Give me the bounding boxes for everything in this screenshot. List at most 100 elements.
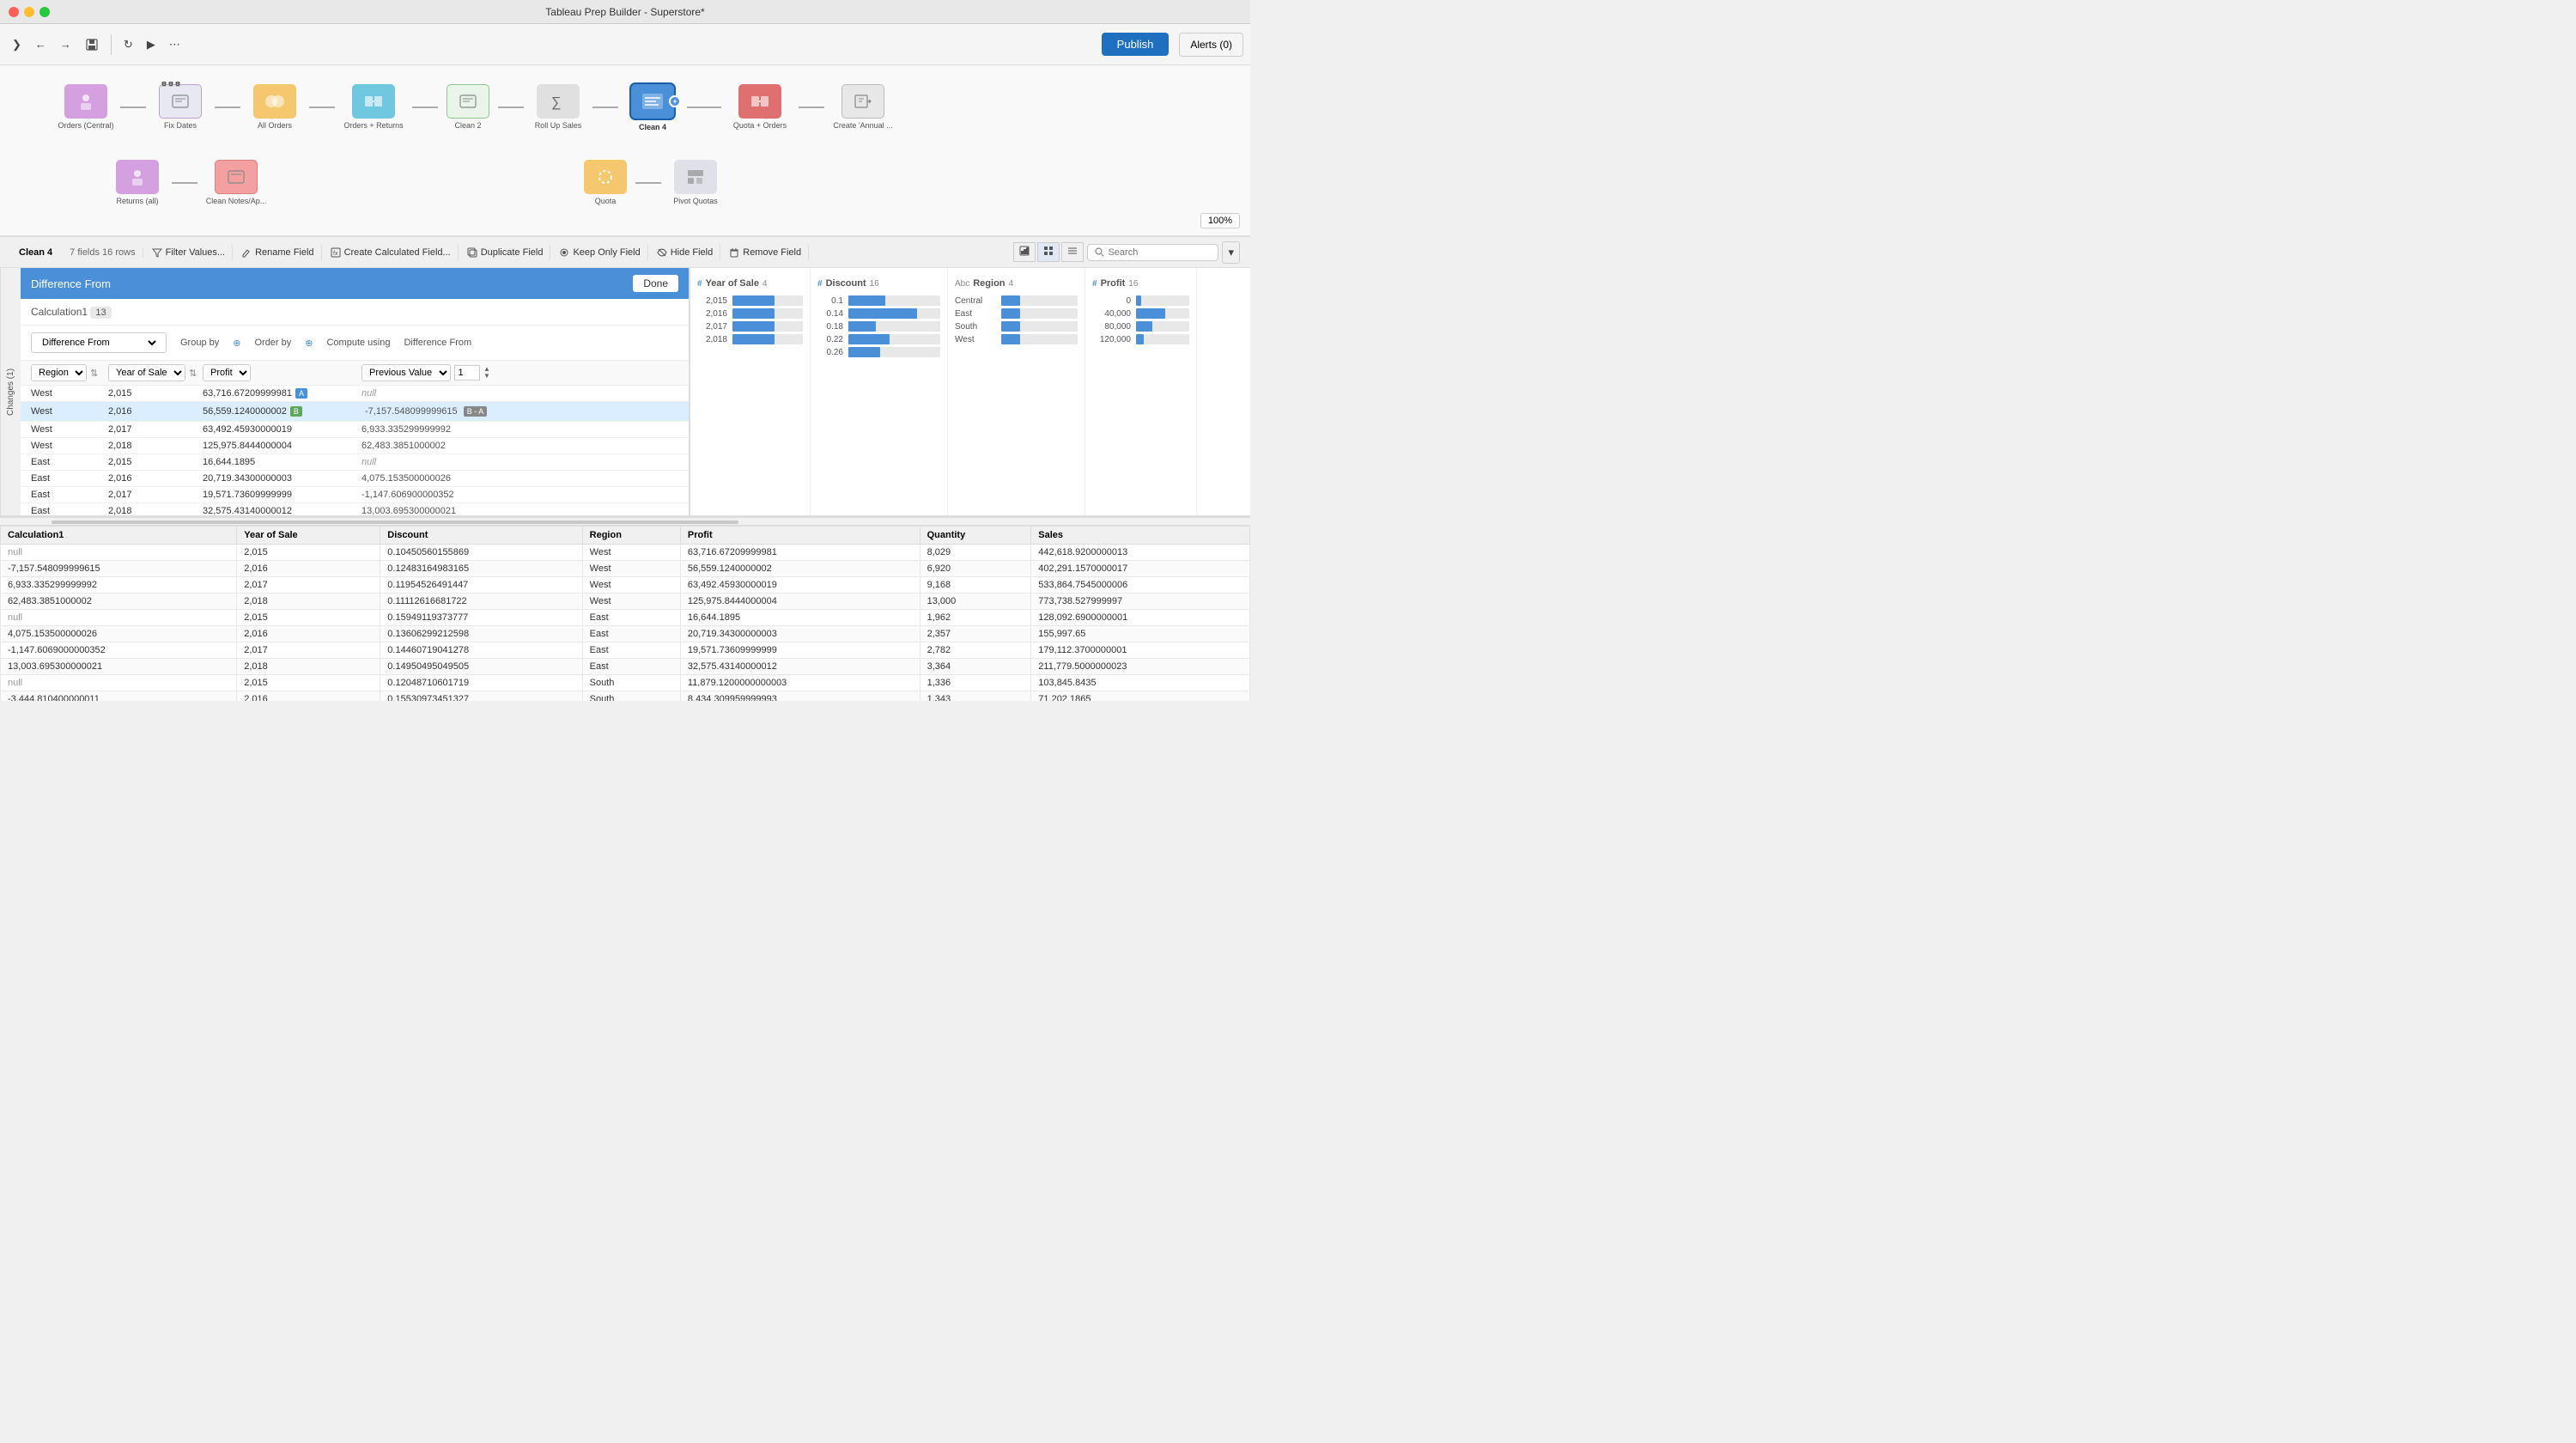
profit-col-select[interactable]: Profit [203,364,251,381]
col-header-quantity[interactable]: Quantity [920,527,1031,545]
discount-bars: 0.1 0.14 0.18 0.22 0.26 [817,295,940,357]
diff-row-6[interactable]: East 2,016 20,719.34300000003 4,075.1535… [21,471,689,487]
filter-btn[interactable]: Filter Values... [145,244,234,261]
forward-button[interactable]: → [55,34,76,54]
maximize-button[interactable] [39,7,50,17]
diff-cell-diff-3: 6,933.335299999992 [361,424,678,435]
node-clean2[interactable]: Clean 2 [438,84,498,130]
node-quota-orders[interactable]: Quota + Orders [721,84,799,130]
node-orders-central[interactable]: Orders (Central) [52,84,120,130]
region-col-select[interactable]: Region [31,364,87,381]
changes-tab[interactable]: Changes (1) [0,268,21,515]
zoom-badge: 100% [1200,213,1240,228]
diff-cell-profit-5: 16,644.1895 [203,457,361,467]
view-grid-btn[interactable] [1037,242,1060,262]
main-scrollbar[interactable] [0,517,1250,526]
view-profile-btn[interactable] [1013,242,1036,262]
rename-btn[interactable]: Rename Field [234,244,321,261]
diff-cell-region-8: East [31,506,108,516]
sidebar-toggle[interactable]: ❯ [7,34,27,55]
col-region[interactable]: Region ⇅ [31,364,108,381]
node-all-orders[interactable]: All Orders [240,84,309,130]
node-pivot-quotas[interactable]: Pivot Quotas [661,160,730,205]
sort-icon[interactable]: ⇅ [90,368,98,379]
add-order-btn[interactable]: ⊕ [305,338,313,349]
col-header-calc1[interactable]: Calculation1 [1,527,237,545]
year-sort-icon[interactable]: ⇅ [189,368,197,379]
table-cell-0-0: null [1,545,237,561]
traffic-lights[interactable] [9,7,50,17]
diff-controls: Difference From Percent Difference From … [21,326,689,361]
year-count: 4 [762,279,768,289]
node-quota[interactable]: Quota [575,160,635,205]
diff-row-7[interactable]: East 2,017 19,571.73609999999 -1,147.606… [21,487,689,503]
remove-btn[interactable]: Remove Field [722,244,809,261]
col-header-profit[interactable]: Profit [680,527,920,545]
add-group-btn[interactable]: ⊕ [233,338,240,349]
play-button[interactable]: ▶ [142,34,161,55]
table-cell-1-0: -7,157.548099999615 [1,561,237,577]
region-bars: Central East South West [955,295,1078,344]
col-header-sales[interactable]: Sales [1031,527,1250,545]
close-button[interactable] [9,7,19,17]
down-arrow[interactable]: ▼ [483,373,490,380]
table-cell-8-5: 1,336 [920,675,1031,691]
col-header-year[interactable]: Year of Sale [237,527,380,545]
col-profit[interactable]: Profit [203,364,361,381]
node-create-annual[interactable]: Create 'Annual ... [824,84,902,130]
publish-button[interactable]: Publish [1102,33,1170,56]
duplicate-btn[interactable]: Duplicate Field [460,244,551,261]
diff-type-select[interactable]: Difference From Percent Difference From [39,337,159,349]
diff-row-4[interactable]: West 2,018 125,975.8444000004 62,483.385… [21,438,689,454]
compute-using-label: Compute using [326,338,390,348]
diff-type-dropdown[interactable]: Difference From Percent Difference From [31,332,167,353]
app-title: Tableau Prep Builder - Superstore* [545,6,704,18]
search-input[interactable] [1108,247,1211,258]
calc-count-badge: 13 [90,307,111,319]
diff-row-2[interactable]: West 2,016 56,559.1240000002 B -7,157.54… [21,402,689,422]
node-fix-dates[interactable]: ⚙ ⚙ ⚙ Fix Dates [146,84,215,130]
diff-cell-profit-1: 63,716.67209999981 A [203,388,361,399]
alerts-button[interactable]: Alerts (0) [1179,33,1243,57]
node-returns-all[interactable]: Returns (all) [103,160,172,205]
keep-only-btn[interactable]: Keep Only Field [552,244,647,261]
node-rollup[interactable]: ∑ Roll Up Sales [524,84,592,130]
minimize-button[interactable] [24,7,34,17]
prev-value-select[interactable]: Previous Value [361,364,451,381]
refresh-button[interactable]: ↻ [118,34,138,55]
diff-row-1[interactable]: West 2,015 63,716.67209999981 A null [21,386,689,402]
table-cell-7-2: 0.14950495049505 [380,659,582,675]
diff-cell-diff-1: null [361,388,678,399]
table-cell-5-1: 2,016 [237,626,380,642]
col-year[interactable]: Year of Sale ⇅ [108,364,203,381]
diff-header-label: Difference From [31,277,111,290]
profile-col-profit: # Profit 16 0 40,000 80,000 120,000 [1085,268,1197,515]
col-diff-from[interactable]: Previous Value ▲ ▼ [361,364,678,381]
search-box[interactable] [1087,244,1218,261]
diff-cell-year-1: 2,015 [108,388,203,399]
table-cell-3-2: 0.11112616681722 [380,594,582,610]
table-cell-2-3: West [582,577,680,594]
back-button[interactable]: ← [30,34,52,54]
num-input[interactable] [454,365,480,381]
grid-view-icon [1043,246,1054,256]
table-cell-3-4: 125,975.8444000004 [680,594,920,610]
node-orders-returns[interactable]: Orders + Returns [335,84,412,130]
table-cell-6-0: -1,147.6069000000352 [1,642,237,659]
dropdown-btn[interactable]: ▾ [1222,241,1240,264]
more-options-button[interactable]: ⋯ [164,34,185,55]
diff-row-5[interactable]: East 2,015 16,644.1895 null [21,454,689,471]
done-button[interactable]: Done [633,275,678,292]
node-clean4[interactable]: + Clean 4 [618,82,687,131]
year-bars: 2,015 2,016 2,017 2,018 [697,295,803,344]
diff-row-8[interactable]: East 2,018 32,575.43140000012 13,003.695… [21,503,689,517]
col-header-discount[interactable]: Discount [380,527,582,545]
col-header-region[interactable]: Region [582,527,680,545]
year-col-select[interactable]: Year of Sale [108,364,185,381]
calc-btn[interactable]: fx Create Calculated Field... [324,244,459,261]
save-button[interactable] [80,34,104,55]
node-clean-notes[interactable]: Clean Notes/Ap... [197,160,275,205]
view-list-btn[interactable] [1061,242,1084,262]
diff-row-3[interactable]: West 2,017 63,492.45930000019 6,933.3352… [21,422,689,438]
hide-btn[interactable]: Hide Field [650,244,721,261]
